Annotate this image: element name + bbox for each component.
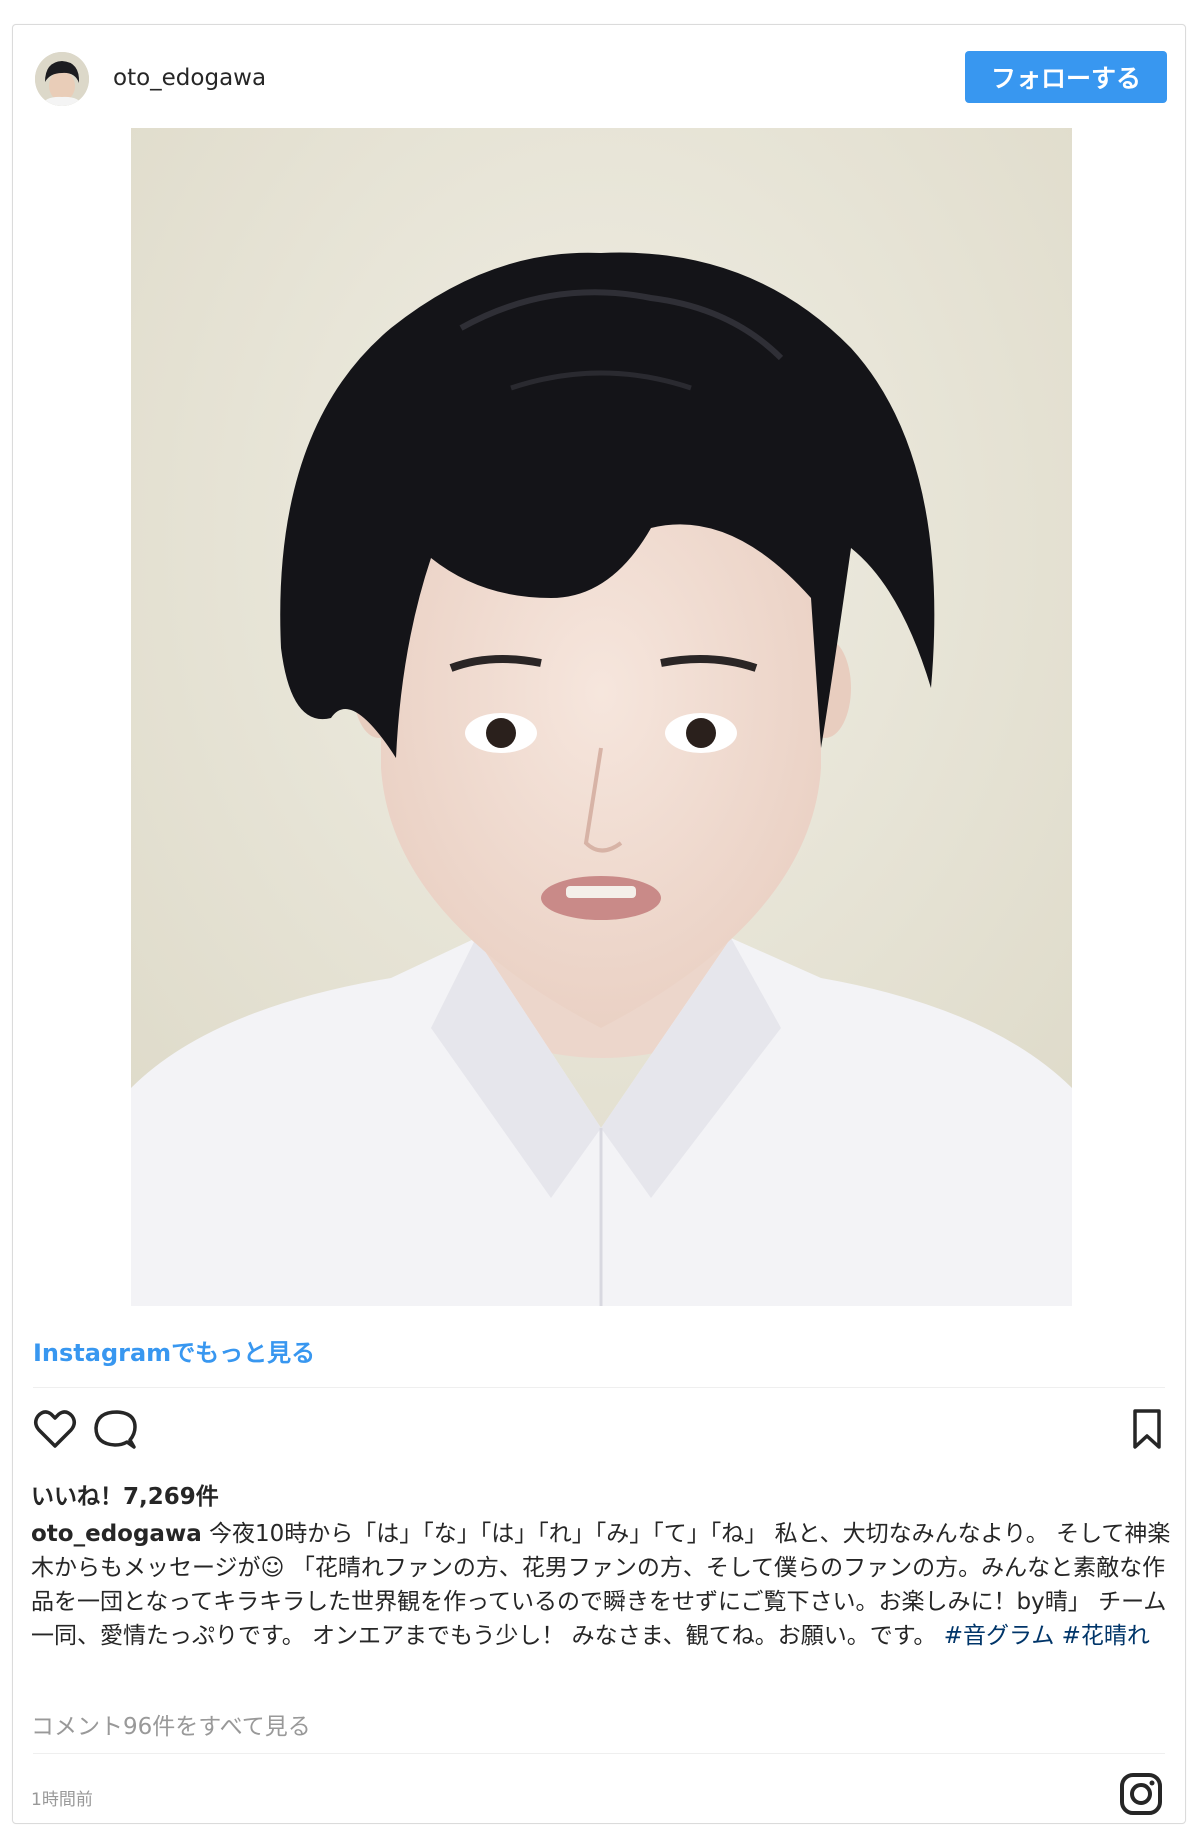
action-bar bbox=[13, 1405, 1185, 1465]
avatar[interactable] bbox=[35, 52, 89, 106]
follow-button[interactable]: フォローする bbox=[965, 51, 1167, 103]
hashtag-link[interactable]: #花晴れ bbox=[1062, 1623, 1150, 1649]
timestamp[interactable]: 1時間前 bbox=[31, 1785, 93, 1810]
post-header: oto_edogawa フォローする bbox=[13, 25, 1185, 131]
divider bbox=[33, 1387, 1165, 1388]
divider bbox=[33, 1753, 1165, 1754]
comment-icon[interactable] bbox=[91, 1405, 139, 1453]
heart-icon[interactable] bbox=[31, 1405, 79, 1453]
username[interactable]: oto_edogawa bbox=[113, 65, 266, 91]
hashtag-link[interactable]: #音グラム bbox=[944, 1623, 1055, 1649]
post-photo[interactable] bbox=[131, 128, 1072, 1306]
view-more-on-instagram-link[interactable]: Instagramでもっと見る bbox=[33, 1333, 315, 1368]
post-caption: oto_edogawa 今夜10時から「は」「な」「は」「れ」「み」「て」「ね」… bbox=[31, 1517, 1171, 1653]
instagram-embed-card: oto_edogawa フォローする Instagramでもっと見る いいね！7… bbox=[12, 24, 1186, 1824]
caption-username[interactable]: oto_edogawa bbox=[31, 1521, 202, 1547]
instagram-icon[interactable] bbox=[1117, 1770, 1165, 1818]
like-count[interactable]: いいね！7,269件 bbox=[31, 1477, 219, 1511]
view-all-comments-link[interactable]: コメント96件をすべて見る bbox=[31, 1707, 311, 1741]
bookmark-icon[interactable] bbox=[1123, 1405, 1171, 1453]
